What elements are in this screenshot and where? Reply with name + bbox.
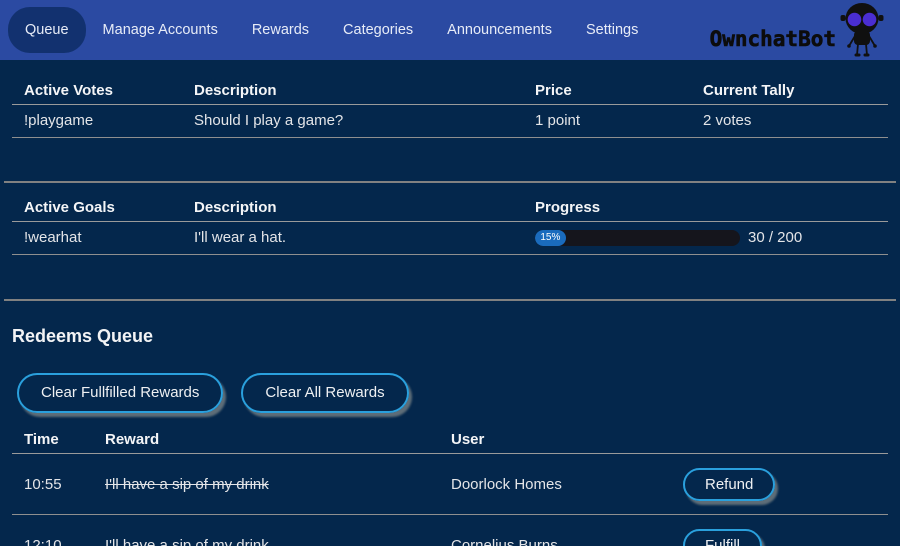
redeem-row: 12:10 I'll have a sip of my drink Cornel… xyxy=(12,515,888,546)
goals-header-command: Active Goals xyxy=(12,183,182,222)
goals-header-progress: Progress xyxy=(523,183,888,222)
redeems-queue-title: Redeems Queue xyxy=(12,325,900,347)
redeems-header-user: User xyxy=(439,427,671,454)
tab-manage-accounts[interactable]: Manage Accounts xyxy=(86,12,235,48)
redeems-header-action xyxy=(671,427,888,454)
redeems-queue-table: Time Reward User 10:55 I'll have a sip o… xyxy=(12,427,888,546)
redeem-row: 10:55 I'll have a sip of my drink Doorlo… xyxy=(12,454,888,515)
active-goals-table: Active Goals Description Progress !wearh… xyxy=(12,183,888,255)
redeem-user: Cornelius Burns xyxy=(439,515,671,546)
redeem-reward: I'll have a sip of my drink xyxy=(105,476,269,493)
refund-button[interactable]: Refund xyxy=(683,468,775,501)
robot-icon xyxy=(838,2,886,58)
goal-progress-track: 15% xyxy=(535,230,740,246)
active-votes-table: Active Votes Description Price Current T… xyxy=(12,78,888,138)
redeems-header-reward: Reward xyxy=(93,427,439,454)
votes-header-command: Active Votes xyxy=(12,78,182,105)
goal-progress-fill: 15% xyxy=(535,230,566,246)
redeems-actions: Clear Fullfilled Rewards Clear All Rewar… xyxy=(17,373,900,413)
fulfill-button[interactable]: Fulfill xyxy=(683,529,762,546)
goal-row: !wearhat I'll wear a hat. 15% 30 / 200 xyxy=(12,222,888,255)
vote-command: !playgame xyxy=(12,105,182,138)
votes-header-price: Price xyxy=(523,78,691,105)
goal-description: I'll wear a hat. xyxy=(182,222,523,255)
clear-all-rewards-button[interactable]: Clear All Rewards xyxy=(241,373,408,413)
goals-header-description: Description xyxy=(182,183,523,222)
redeem-user: Doorlock Homes xyxy=(439,454,671,515)
navbar: Queue Manage Accounts Rewards Categories… xyxy=(0,0,900,60)
goals-header-row: Active Goals Description Progress xyxy=(12,183,888,222)
votes-header-description: Description xyxy=(182,78,523,105)
votes-header-row: Active Votes Description Price Current T… xyxy=(12,78,888,105)
section-divider xyxy=(4,299,896,301)
goal-progress: 15% 30 / 200 xyxy=(535,228,882,247)
logo-text: OwnchatBot xyxy=(710,29,836,60)
redeem-time: 10:55 xyxy=(12,454,93,515)
vote-tally: 2 votes xyxy=(691,105,888,138)
logo: OwnchatBot xyxy=(710,0,886,60)
main-content: Active Votes Description Price Current T… xyxy=(0,78,900,546)
tab-rewards[interactable]: Rewards xyxy=(235,12,326,48)
redeem-reward: I'll have a sip of my drink xyxy=(105,537,269,546)
redeems-header-row: Time Reward User xyxy=(12,427,888,454)
vote-price: 1 point xyxy=(523,105,691,138)
redeem-time: 12:10 xyxy=(12,515,93,546)
tab-announcements[interactable]: Announcements xyxy=(430,12,569,48)
vote-description: Should I play a game? xyxy=(182,105,523,138)
redeems-header-time: Time xyxy=(12,427,93,454)
vote-row: !playgame Should I play a game? 1 point … xyxy=(12,105,888,138)
tab-settings[interactable]: Settings xyxy=(569,12,655,48)
clear-fulfilled-rewards-button[interactable]: Clear Fullfilled Rewards xyxy=(17,373,223,413)
tab-categories[interactable]: Categories xyxy=(326,12,430,48)
goal-progress-text: 30 / 200 xyxy=(748,228,802,247)
tab-queue[interactable]: Queue xyxy=(8,7,86,53)
votes-header-tally: Current Tally xyxy=(691,78,888,105)
goal-command: !wearhat xyxy=(12,222,182,255)
